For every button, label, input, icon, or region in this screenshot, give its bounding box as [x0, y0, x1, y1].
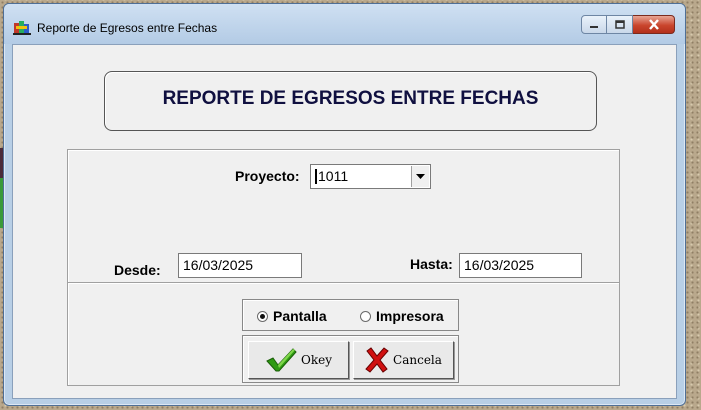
chevron-down-icon	[416, 173, 425, 179]
report-heading: REPORTE DE EGRESOS ENTRE FECHAS	[162, 88, 539, 109]
desde-date-input[interactable]: 16/03/2025	[178, 253, 302, 278]
maximize-button[interactable]	[607, 15, 633, 34]
minimize-button[interactable]	[581, 15, 607, 34]
radio-impresora[interactable]: Impresora	[360, 308, 444, 324]
proyecto-value: 1011	[315, 169, 348, 184]
desde-label: Desde:	[114, 262, 161, 278]
radio-pantalla-dot	[257, 310, 268, 322]
maximize-icon	[614, 20, 625, 29]
cross-icon	[365, 347, 389, 373]
radio-impresora-dot	[360, 310, 371, 322]
minimize-icon	[590, 25, 598, 28]
proyecto-dropdown-button[interactable]	[411, 166, 429, 187]
hasta-date-input[interactable]: 16/03/2025	[459, 253, 582, 278]
okey-button[interactable]: Okey	[248, 341, 349, 379]
app-colorful-icon	[13, 20, 31, 36]
output-options-group: Pantalla Impresora	[242, 299, 459, 331]
radio-pantalla-label: Pantalla	[273, 308, 327, 324]
action-buttons-group: Okey Cancela	[242, 335, 459, 383]
cancela-button[interactable]: Cancela	[353, 341, 454, 379]
window-title: Reporte de Egresos entre Fechas	[37, 21, 218, 35]
cancela-button-label: Cancela	[393, 353, 442, 367]
proyecto-label: Proyecto:	[235, 168, 300, 184]
close-icon	[648, 19, 659, 30]
report-window: Reporte de Egresos entre Fechas REPORTE …	[3, 3, 686, 406]
okey-button-label: Okey	[301, 353, 332, 367]
radio-impresora-label: Impresora	[376, 308, 444, 324]
close-button[interactable]	[633, 15, 675, 34]
proyecto-combobox[interactable]: 1011	[310, 164, 431, 189]
hasta-label: Hasta:	[410, 256, 453, 272]
radio-pantalla[interactable]: Pantalla	[257, 308, 327, 324]
header-panel: REPORTE DE EGRESOS ENTRE FECHAS	[104, 71, 597, 131]
title-bar[interactable]: Reporte de Egresos entre Fechas	[4, 4, 685, 44]
window-client-area: REPORTE DE EGRESOS ENTRE FECHAS Proyecto…	[12, 44, 677, 399]
checkmark-icon	[266, 348, 297, 372]
filter-panel: Proyecto: 1011 Desde: 16/03/2025 Hasta: …	[67, 149, 620, 386]
panel-divider	[68, 282, 619, 284]
